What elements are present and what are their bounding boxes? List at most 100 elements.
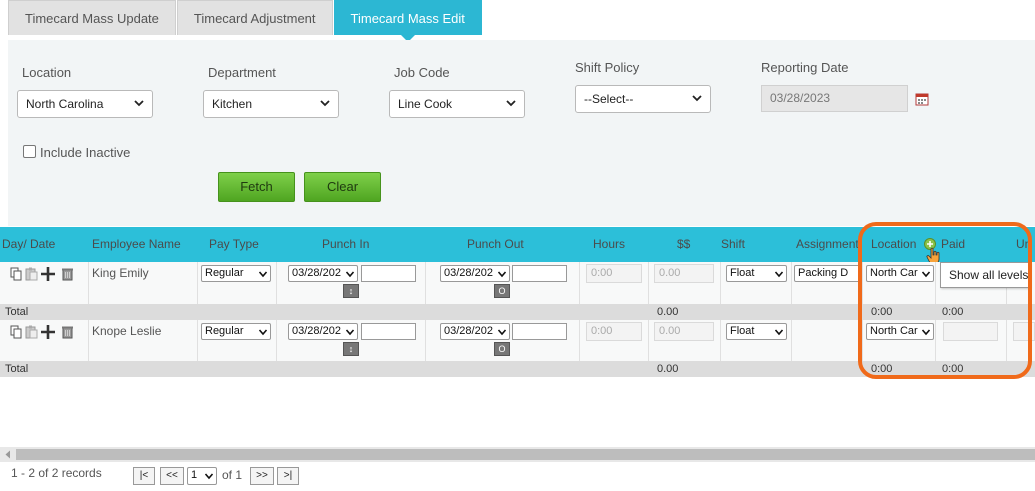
clear-button[interactable]: Clear <box>304 172 381 202</box>
punch-in-toggle-button[interactable]: ↕ <box>343 342 359 356</box>
assignment-select[interactable]: Packing D <box>794 265 862 282</box>
first-page-button[interactable]: |< <box>133 467 155 485</box>
punch-out-date-value: 03/28/202 <box>444 267 493 279</box>
pay-type-select[interactable]: Regular <box>201 323 271 340</box>
chevron-down-icon <box>204 471 214 481</box>
employee-name: Knope Leslie <box>92 324 162 338</box>
punch-out-toggle-button[interactable]: O <box>494 342 510 356</box>
chevron-down-icon <box>774 269 784 279</box>
punch-in-date-value: 03/28/202 <box>292 267 341 279</box>
shift-policy-value: --Select-- <box>584 92 634 106</box>
tab-bar: Timecard Mass Update Timecard Adjustment… <box>8 0 483 42</box>
highlight-annotation <box>858 222 1032 379</box>
punch-in-toggle-button[interactable]: ↕ <box>343 284 359 298</box>
col-day-date[interactable]: Day/ Date <box>2 227 55 262</box>
total-dollars: 0.00 <box>657 306 679 318</box>
add-icon[interactable] <box>40 324 56 340</box>
last-page-button[interactable]: >| <box>277 467 299 485</box>
scrollbar-thumb[interactable] <box>16 449 1035 460</box>
tab-timecard-mass-update[interactable]: Timecard Mass Update <box>8 0 176 35</box>
shift-policy-label: Shift Policy <box>575 60 640 75</box>
punch-out-date-value: 03/28/202 <box>444 325 493 337</box>
tab-timecard-adjustment[interactable]: Timecard Adjustment <box>176 0 333 35</box>
dollars-field: 0.00 <box>654 322 714 341</box>
reporting-date-input[interactable]: 03/28/2023 <box>761 85 908 112</box>
scroll-left-icon[interactable] <box>4 450 12 459</box>
dollars-field: 0.00 <box>654 264 714 283</box>
chevron-down-icon <box>345 327 355 337</box>
filter-panel: Location North Carolina Department Kitch… <box>8 40 1035 226</box>
pay-type-value: Regular <box>205 267 244 279</box>
col-assignment[interactable]: Assignment <box>796 227 858 262</box>
punch-in-time-input[interactable] <box>361 265 416 282</box>
chevron-down-icon <box>497 327 507 337</box>
trash-icon[interactable] <box>61 325 74 339</box>
next-page-button[interactable]: >> <box>250 467 274 485</box>
col-hours[interactable]: Hours <box>593 227 625 262</box>
shift-select[interactable]: Float <box>726 323 787 340</box>
horizontal-scrollbar[interactable] <box>0 447 1035 462</box>
hours-field: 0:00 <box>586 322 642 341</box>
page-select[interactable]: 1 <box>187 467 217 485</box>
col-punch-out[interactable]: Punch Out <box>467 227 524 262</box>
col-punch-in[interactable]: Punch In <box>322 227 369 262</box>
copy-icon[interactable] <box>10 267 23 281</box>
chevron-down-icon <box>692 95 702 102</box>
punch-in-date-select[interactable]: 03/28/202 <box>288 323 358 340</box>
chevron-down-icon <box>497 269 507 279</box>
include-inactive-checkbox[interactable] <box>23 145 36 158</box>
chevron-down-icon <box>774 327 784 337</box>
punch-in-date-value: 03/28/202 <box>292 325 341 337</box>
tab-timecard-mass-edit[interactable]: Timecard Mass Edit <box>333 0 482 42</box>
punch-out-date-select[interactable]: 03/28/202 <box>440 323 510 340</box>
chevron-down-icon <box>258 327 268 337</box>
prev-page-button[interactable]: << <box>160 467 184 485</box>
shift-policy-select[interactable]: --Select-- <box>575 85 711 113</box>
reporting-date-label: Reporting Date <box>761 60 849 75</box>
location-select[interactable]: North Carolina <box>17 90 153 118</box>
paste-icon[interactable] <box>25 325 38 339</box>
punch-out-date-select[interactable]: 03/28/202 <box>440 265 510 282</box>
page-value: 1 <box>191 469 198 481</box>
shift-select[interactable]: Float <box>726 265 787 282</box>
copy-icon[interactable] <box>10 325 23 339</box>
department-value: Kitchen <box>212 97 253 111</box>
department-label: Department <box>208 65 276 80</box>
shift-value: Float <box>730 267 755 279</box>
trash-icon[interactable] <box>61 267 74 281</box>
punch-out-time-input[interactable] <box>512 265 567 282</box>
fetch-button[interactable]: Fetch <box>218 172 295 202</box>
job-code-value: Line Cook <box>398 97 453 111</box>
page-of-label: of 1 <box>222 468 243 482</box>
job-code-label: Job Code <box>394 65 450 80</box>
total-dollars: 0.00 <box>657 363 679 375</box>
total-label: Total <box>5 363 29 375</box>
shift-value: Float <box>730 325 755 337</box>
col-shift[interactable]: Shift <box>721 227 745 262</box>
chevron-down-icon <box>345 269 355 279</box>
chevron-down-icon <box>258 269 268 279</box>
punch-out-toggle-button[interactable]: O <box>494 284 510 298</box>
department-select[interactable]: Kitchen <box>203 90 339 118</box>
col-pay-type[interactable]: Pay Type <box>209 227 259 262</box>
chevron-down-icon <box>134 100 144 107</box>
pay-type-value: Regular <box>205 325 244 337</box>
location-label: Location <box>22 65 72 80</box>
paste-icon[interactable] <box>25 267 38 281</box>
punch-in-time-input[interactable] <box>361 323 416 340</box>
chevron-down-icon <box>320 100 330 107</box>
col-dollars[interactable]: $$ <box>677 227 690 262</box>
assignment-value: Packing D <box>798 267 849 279</box>
record-count: 1 - 2 of 2 records <box>11 466 102 480</box>
col-employee-name[interactable]: Employee Name <box>92 227 181 262</box>
chevron-down-icon <box>506 100 516 107</box>
employee-name: King Emily <box>92 266 149 280</box>
add-icon[interactable] <box>40 266 56 282</box>
job-code-select[interactable]: Line Cook <box>389 90 525 118</box>
pay-type-select[interactable]: Regular <box>201 265 271 282</box>
punch-in-date-select[interactable]: 03/28/202 <box>288 265 358 282</box>
punch-out-time-input[interactable] <box>512 323 567 340</box>
calendar-icon[interactable] <box>915 92 929 106</box>
hours-field: 0:00 <box>586 264 642 283</box>
total-label: Total <box>5 306 29 318</box>
